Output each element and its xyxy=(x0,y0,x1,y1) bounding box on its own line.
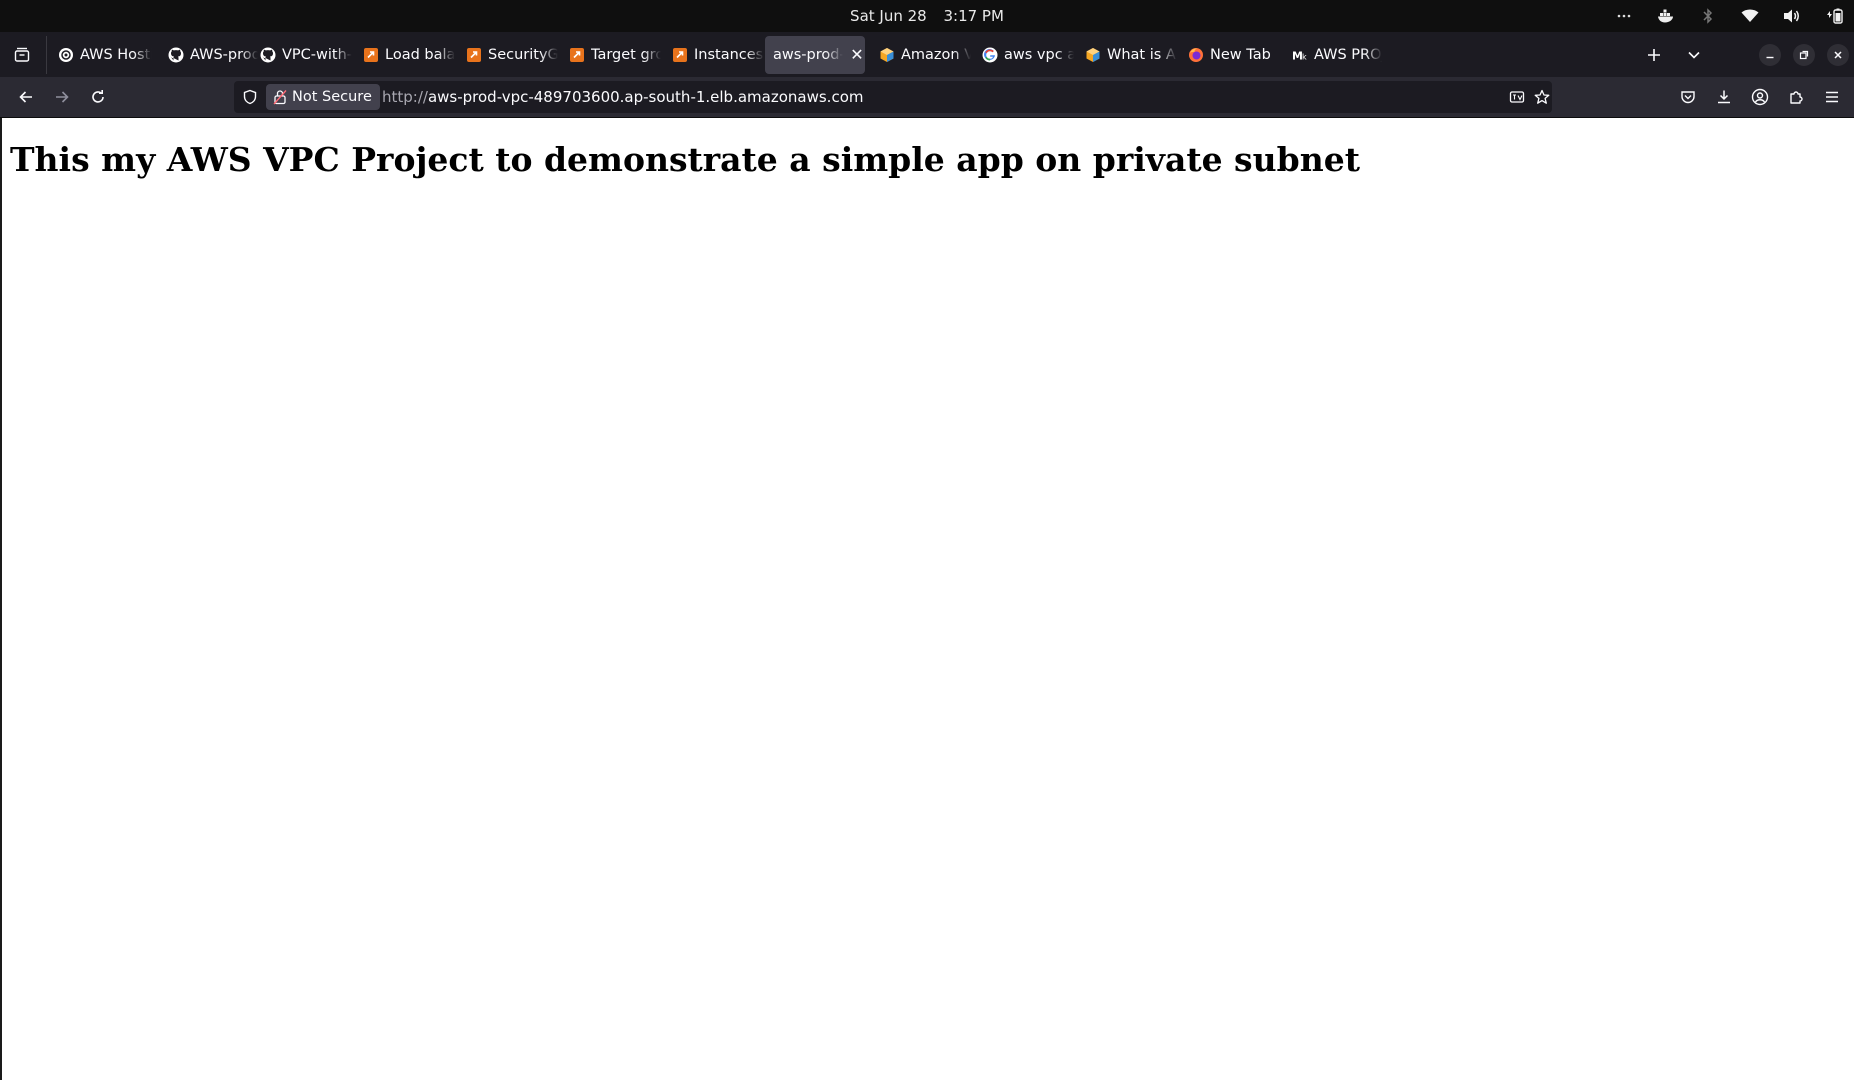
tab-title: Instances | E xyxy=(694,47,764,63)
tab-aws-hosting[interactable]: AWS Hostin xyxy=(48,36,158,74)
not-secure-label: Not Secure xyxy=(292,89,372,105)
tab-title: AWS PROJE xyxy=(1314,47,1382,63)
tab-instances[interactable]: Instances | E xyxy=(662,36,765,74)
tab-strip: AWS Hostin AWS-prod-le VPC-with-se Load … xyxy=(0,32,1854,77)
page-heading: This my AWS VPC Project to demonstrate a… xyxy=(10,140,1360,179)
tab-security-groups[interactable]: SecurityGro xyxy=(456,36,559,74)
tab-amazon-virtual-private-cloud[interactable]: Amazon Virt xyxy=(869,36,972,74)
close-window-button[interactable] xyxy=(1827,44,1849,66)
system-date: Sat Jun 28 xyxy=(850,7,927,25)
tab-vpc-with-security[interactable]: VPC-with-se xyxy=(250,36,353,74)
tab-target-groups[interactable]: Target grou xyxy=(559,36,662,74)
system-clock[interactable]: Sat Jun 28 3:17 PM xyxy=(0,7,1854,25)
navigation-toolbar: Not Secure http://aws-prod-vpc-489703600… xyxy=(0,77,1854,118)
close-tab-icon[interactable]: ✕ xyxy=(849,47,865,63)
url-scheme: http:// xyxy=(382,88,428,106)
aws-console-icon xyxy=(569,47,585,63)
restore-window-button[interactable] xyxy=(1793,44,1815,66)
bookmark-star-icon[interactable] xyxy=(1532,87,1552,107)
github-icon xyxy=(260,47,276,63)
docker-icon[interactable] xyxy=(1656,6,1676,26)
not-secure-indicator[interactable]: Not Secure xyxy=(266,84,380,110)
minimize-window-button[interactable] xyxy=(1759,44,1781,66)
url-text[interactable]: http://aws-prod-vpc-489703600.ap-south-1… xyxy=(382,81,863,113)
system-top-bar: Sat Jun 28 3:17 PM xyxy=(0,0,1854,32)
tab-title: Target grou xyxy=(591,47,661,63)
tab-title: AWS Hostin xyxy=(80,47,152,63)
wifi-icon[interactable] xyxy=(1740,6,1760,26)
google-icon xyxy=(982,47,998,63)
aws-console-icon xyxy=(672,47,688,63)
tab-title: SecurityGro xyxy=(488,47,558,63)
bluetooth-icon[interactable] xyxy=(1698,6,1718,26)
battery-icon[interactable] xyxy=(1824,6,1844,26)
system-tray xyxy=(1614,0,1844,32)
tab-title: VPC-with-se xyxy=(282,47,352,63)
page-content: This my AWS VPC Project to demonstrate a… xyxy=(0,118,1854,1080)
aws-console-icon xyxy=(363,47,379,63)
volume-icon[interactable] xyxy=(1782,6,1802,26)
tab-aws-prod-github[interactable]: AWS-prod-le xyxy=(158,36,261,74)
new-tab-button[interactable] xyxy=(1640,41,1668,69)
github-icon xyxy=(168,47,184,63)
tab-what-is-amazon-vpc[interactable]: What is Ama xyxy=(1075,36,1178,74)
tab-title: What is Ama xyxy=(1107,47,1177,63)
more-icon[interactable] xyxy=(1614,6,1634,26)
url-host: aws-prod-vpc-489703600.ap-south-1.elb.am… xyxy=(427,88,864,106)
tab-title: Amazon Virt xyxy=(901,47,971,63)
medium-icon: Mk xyxy=(1292,47,1308,63)
aws-docs-icon xyxy=(879,47,895,63)
back-button[interactable] xyxy=(12,83,40,111)
pocket-icon[interactable] xyxy=(1674,83,1702,111)
tab-new-tab[interactable]: New Tab xyxy=(1178,36,1298,74)
tracking-protection-shield-icon[interactable] xyxy=(240,87,260,107)
tab-title: Load balanc xyxy=(385,47,455,63)
aws-docs-icon xyxy=(1085,47,1101,63)
aws-console-icon xyxy=(466,47,482,63)
forward-button[interactable] xyxy=(48,83,76,111)
tab-aws-vpc-architecture-search[interactable]: aws vpc arch xyxy=(972,36,1075,74)
downloads-icon[interactable] xyxy=(1710,83,1738,111)
translate-page-icon[interactable] xyxy=(1507,87,1527,107)
insecure-lock-icon xyxy=(272,89,288,105)
reload-button[interactable] xyxy=(84,83,112,111)
tab-title: AWS-prod-le xyxy=(190,47,258,63)
tab-load-balancers[interactable]: Load balanc xyxy=(353,36,456,74)
tab-title: aws vpc arch xyxy=(1004,47,1074,63)
tab-separator xyxy=(46,36,47,74)
medium-icon xyxy=(58,47,74,63)
tab-title: aws-prod-vpc xyxy=(773,47,843,63)
account-icon[interactable] xyxy=(1746,83,1774,111)
system-time: 3:17 PM xyxy=(943,7,1004,25)
tab-aws-prod-vpc-active[interactable]: aws-prod-vpc ✕ xyxy=(765,36,865,74)
list-all-tabs-chevron-down-icon[interactable] xyxy=(1680,41,1708,69)
tab-aws-project-medium[interactable]: Mk AWS PROJE xyxy=(1282,36,1385,74)
firefox-view-button[interactable] xyxy=(8,41,36,69)
svg-text:k: k xyxy=(1302,53,1307,62)
hamburger-menu-icon[interactable] xyxy=(1818,83,1846,111)
firefox-icon xyxy=(1188,47,1204,63)
tab-title: New Tab xyxy=(1210,47,1271,63)
url-bar[interactable]: Not Secure http://aws-prod-vpc-489703600… xyxy=(234,81,1552,113)
extensions-puzzle-icon[interactable] xyxy=(1782,83,1810,111)
